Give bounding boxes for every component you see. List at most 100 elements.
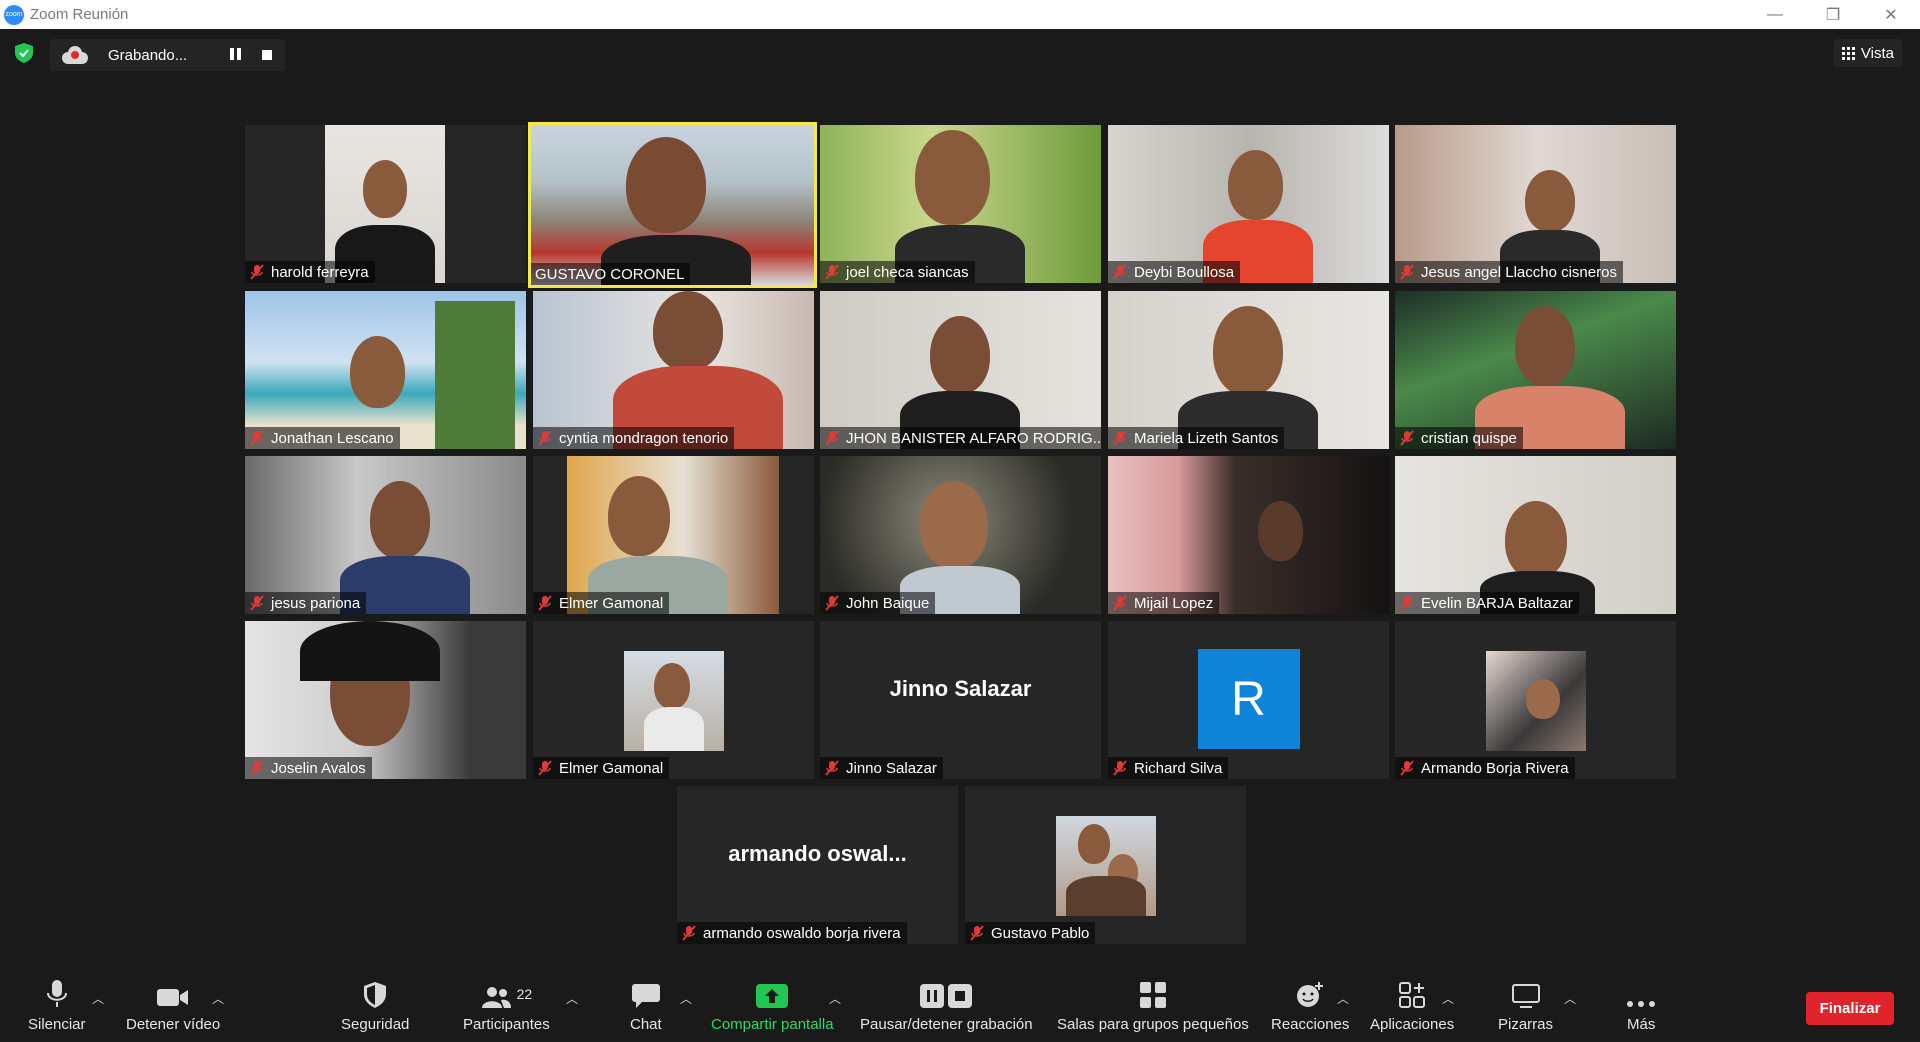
participant-tile[interactable]: jesus pariona xyxy=(245,456,526,614)
participant-tile[interactable]: Jonathan Lescano xyxy=(245,291,526,449)
participant-tile[interactable]: Deybi Boullosa xyxy=(1108,125,1389,283)
participant-tile[interactable]: John Baique xyxy=(820,456,1101,614)
participant-tile[interactable]: Jesus angel Llaccho cisneros xyxy=(1395,125,1676,283)
chat-options-caret-icon[interactable]: ︿ xyxy=(680,990,692,1007)
participant-name: cyntia mondragon tenorio xyxy=(559,429,729,447)
participant-nameplate: jesus pariona xyxy=(245,592,367,614)
share-screen-button[interactable]: Compartir pantalla xyxy=(711,980,834,1033)
breakout-rooms-button[interactable]: Salas para grupos pequeños xyxy=(1057,980,1249,1033)
window-title: Zoom Reunión xyxy=(30,6,129,23)
muted-microphone-icon xyxy=(825,595,839,611)
muted-microphone-icon xyxy=(250,430,264,446)
recording-indicator: Grabando... xyxy=(50,39,285,71)
participant-name: jesus pariona xyxy=(271,594,361,612)
chat-button[interactable]: Chat xyxy=(630,980,662,1033)
participant-tile[interactable]: Joselin Avalos xyxy=(245,621,526,779)
meeting-controls-toolbar: Silenciar ︿ Detener vídeo ︿ Seguridad 22… xyxy=(0,968,1920,1042)
muted-microphone-icon xyxy=(538,760,552,776)
minimize-button[interactable]: — xyxy=(1746,0,1804,29)
participant-name: Joselin Avalos xyxy=(271,759,366,777)
participant-nameplate: Mijail Lopez xyxy=(1108,592,1220,614)
participant-nameplate: Mariela Lizeth Santos xyxy=(1108,427,1285,449)
participant-tile-active-speaker[interactable]: GUSTAVO CORONEL xyxy=(528,122,817,288)
muted-microphone-icon xyxy=(250,264,264,280)
breakout-rooms-label: Salas para grupos pequeños xyxy=(1057,1016,1249,1033)
muted-microphone-icon xyxy=(1400,760,1414,776)
muted-microphone-icon xyxy=(250,760,264,776)
muted-microphone-icon xyxy=(825,760,839,776)
breakout-rooms-icon xyxy=(1139,980,1166,1008)
participant-name: Elmer Gamonal xyxy=(559,759,664,777)
participant-tile[interactable]: cristian quispe xyxy=(1395,291,1676,449)
participant-tile[interactable]: cyntia mondragon tenorio xyxy=(533,291,814,449)
share-screen-label: Compartir pantalla xyxy=(711,1016,834,1033)
window-controls: — ❐ ✕ xyxy=(1746,0,1920,29)
restore-button[interactable]: ❐ xyxy=(1804,0,1862,29)
participant-name: Richard Silva xyxy=(1134,759,1223,777)
avatar xyxy=(623,651,724,751)
participant-tile[interactable]: Mariela Lizeth Santos xyxy=(1108,291,1389,449)
participant-name: Gustavo Pablo xyxy=(991,924,1090,942)
meeting-top-bar: Grabando... Vista xyxy=(0,29,1920,82)
video-options-caret-icon[interactable]: ︿ xyxy=(212,990,224,1007)
muted-microphone-icon xyxy=(250,595,264,611)
participant-tile[interactable]: R Richard Silva xyxy=(1108,621,1389,779)
end-meeting-button[interactable]: Finalizar xyxy=(1806,992,1894,1025)
participant-nameplate: Jonathan Lescano xyxy=(245,427,400,449)
shield-icon xyxy=(364,980,387,1008)
participant-tile[interactable]: armando oswal... armando oswaldo borja r… xyxy=(677,786,958,944)
participant-tile[interactable]: Gustavo Pablo xyxy=(965,786,1246,944)
participant-nameplate: Jesus angel Llaccho cisneros xyxy=(1395,261,1623,283)
close-button[interactable]: ✕ xyxy=(1862,0,1920,29)
chat-label: Chat xyxy=(630,1016,662,1033)
microphone-icon xyxy=(46,980,68,1008)
participant-nameplate: Evelin BARJA Baltazar xyxy=(1395,592,1579,614)
pause-stop-recording-button[interactable]: Pausar/detener grabación xyxy=(860,980,1033,1033)
encryption-shield-icon[interactable] xyxy=(15,43,33,63)
muted-microphone-icon xyxy=(538,595,552,611)
participant-tile[interactable]: Jinno Salazar Jinno Salazar xyxy=(820,621,1101,779)
participants-options-caret-icon[interactable]: ︿ xyxy=(566,990,578,1007)
participant-nameplate: joel checa siancas xyxy=(820,261,975,283)
chat-bubble-icon xyxy=(631,980,660,1008)
mute-button[interactable]: Silenciar xyxy=(28,980,86,1033)
avatar xyxy=(1055,816,1156,916)
reactions-options-caret-icon[interactable]: ︿ xyxy=(1337,990,1349,1007)
pause-recording-icon[interactable] xyxy=(230,48,244,62)
participants-label: Participantes xyxy=(463,1016,550,1033)
more-button[interactable]: Más xyxy=(1627,980,1655,1033)
whiteboards-options-caret-icon[interactable]: ︿ xyxy=(1564,990,1576,1007)
participant-tile[interactable]: Mijail Lopez xyxy=(1108,456,1389,614)
muted-microphone-icon xyxy=(1400,264,1414,280)
avatar xyxy=(1485,651,1586,751)
participant-nameplate: Elmer Gamonal xyxy=(533,757,670,779)
participant-nameplate: Gustavo Pablo xyxy=(965,922,1096,944)
participant-nameplate: GUSTAVO CORONEL xyxy=(531,263,691,285)
security-button[interactable]: Seguridad xyxy=(341,980,409,1033)
view-button[interactable]: Vista xyxy=(1833,39,1902,67)
participant-name: Mijail Lopez xyxy=(1134,594,1214,612)
muted-microphone-icon xyxy=(538,430,552,446)
recording-label: Grabando... xyxy=(108,46,188,64)
participant-tile[interactable]: Elmer Gamonal xyxy=(533,456,814,614)
view-button-label: Vista xyxy=(1860,44,1894,62)
participant-tile[interactable]: Elmer Gamonal xyxy=(533,621,814,779)
stop-recording-icon[interactable] xyxy=(262,50,272,60)
stop-video-button[interactable]: Detener vídeo xyxy=(126,980,220,1033)
more-dots-icon xyxy=(1627,980,1656,1008)
participant-tile[interactable]: Evelin BARJA Baltazar xyxy=(1395,456,1676,614)
participant-tile[interactable]: Armando Borja Rivera xyxy=(1395,621,1676,779)
smiley-plus-icon xyxy=(1296,980,1324,1008)
muted-microphone-icon xyxy=(1113,595,1127,611)
muted-microphone-icon xyxy=(1400,595,1414,611)
whiteboards-button[interactable]: Pizarras xyxy=(1498,980,1553,1033)
zoom-logo-icon: zoom xyxy=(4,4,24,25)
share-options-caret-icon[interactable]: ︿ xyxy=(829,990,841,1007)
participant-tile[interactable]: JHON BANISTER ALFARO RODRIG... xyxy=(820,291,1101,449)
audio-options-caret-icon[interactable]: ︿ xyxy=(92,990,104,1007)
participant-tile[interactable]: joel checa siancas xyxy=(820,125,1101,283)
video-camera-icon xyxy=(157,980,189,1008)
apps-options-caret-icon[interactable]: ︿ xyxy=(1442,990,1454,1007)
participants-button[interactable]: 22 Participantes xyxy=(463,980,550,1033)
participant-tile[interactable]: harold ferreyra xyxy=(245,125,526,283)
